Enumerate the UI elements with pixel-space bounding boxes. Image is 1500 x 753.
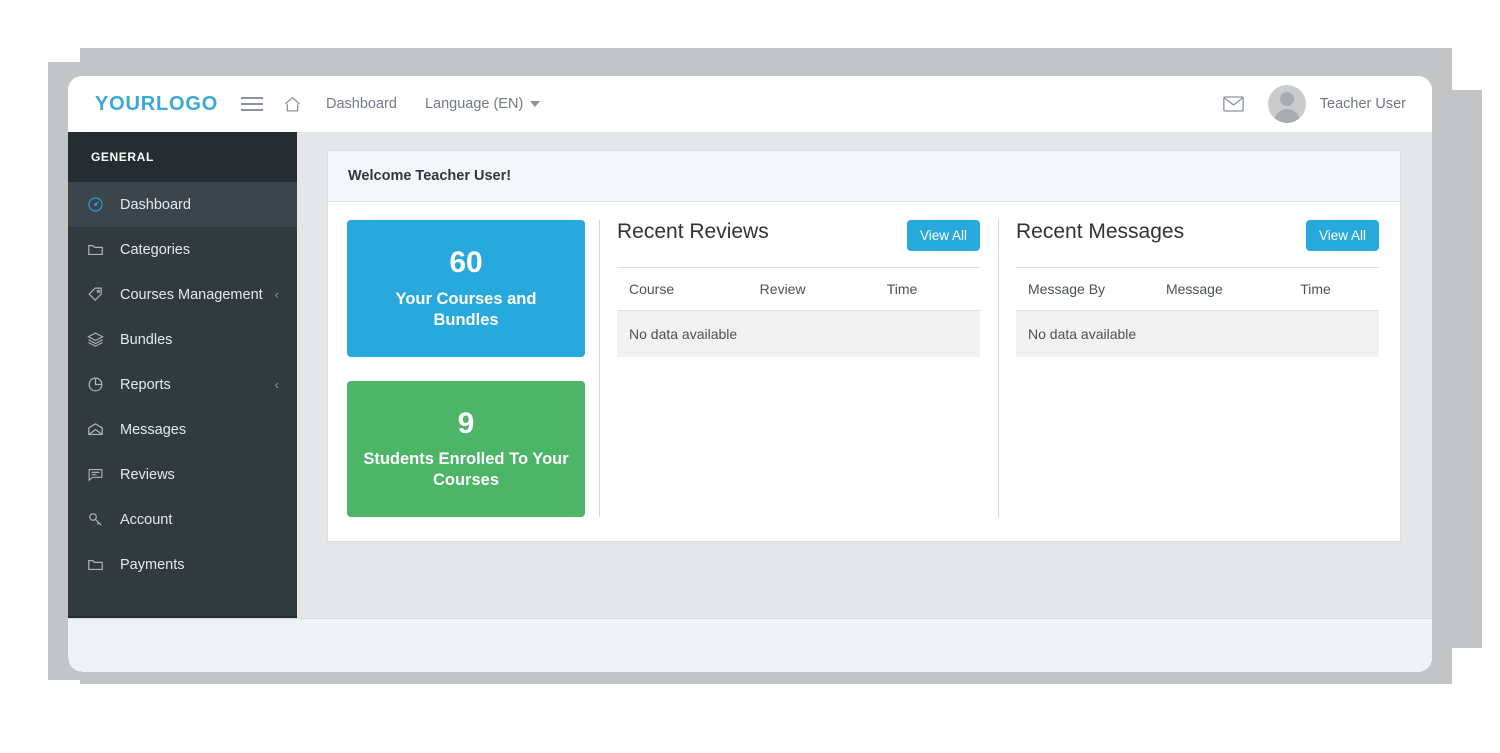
sidebar-item-reports[interactable]: Reports ‹ — [68, 362, 297, 407]
column-header: Time — [874, 267, 980, 311]
user-name[interactable]: Teacher User — [1320, 96, 1416, 112]
recent-messages-title: Recent Messages — [1016, 220, 1185, 243]
submenu-arrow: ‹ — [274, 287, 279, 302]
sidebar-item-courses-management[interactable]: Courses Management ‹ — [68, 272, 297, 317]
stat-label: Your Courses and Bundles — [395, 289, 537, 329]
window-shadow-step — [1452, 90, 1482, 648]
recent-reviews-header: Recent Reviews View All — [617, 220, 980, 267]
nav-link-dashboard[interactable]: Dashboard — [312, 96, 411, 112]
sidebar-item-label: Account — [120, 511, 173, 528]
recent-reviews-table: Course Review Time No data available — [617, 267, 980, 357]
table-row: No data available — [617, 310, 980, 357]
table-header-row: Message By Message Time — [1016, 267, 1379, 311]
column-header: Course — [617, 267, 748, 311]
top-navbar: YOURLOGO Dashboard Language (EN) Teacher… — [68, 76, 1432, 132]
main-content: Welcome Teacher User! 60 Your Courses an… — [297, 132, 1432, 672]
sidebar-item-reviews[interactable]: Reviews — [68, 452, 297, 497]
envelope-icon[interactable] — [1214, 84, 1254, 124]
stats-column: 60 Your Courses and Bundles 9 Students E… — [347, 220, 599, 518]
dashboard-panel: Welcome Teacher User! 60 Your Courses an… — [327, 150, 1401, 543]
language-dropdown[interactable]: Language (EN) — [411, 96, 554, 112]
table-row: No data available — [1016, 310, 1379, 357]
sidebar-menu: Dashboard Categories Courses Management … — [68, 182, 297, 616]
recent-messages-header: Recent Messages View All — [1016, 220, 1379, 267]
folder-icon — [87, 241, 111, 258]
tag-icon — [87, 286, 111, 303]
home-icon[interactable] — [272, 84, 312, 124]
comment-icon — [87, 466, 111, 483]
column-header: Message By — [1016, 267, 1154, 311]
hamburger-icon[interactable] — [232, 84, 272, 124]
empty-state-text: No data available — [1016, 310, 1379, 357]
sidebar-item-label: Payments — [120, 556, 185, 573]
recent-messages-column: Recent Messages View All Message By Mess… — [998, 220, 1381, 518]
hamburger-glyph — [241, 97, 263, 111]
speedometer-icon — [87, 196, 111, 213]
window-footer-strip — [68, 618, 1432, 672]
navbar-right-group: Teacher User — [1214, 84, 1416, 124]
recent-reviews-title: Recent Reviews — [617, 220, 769, 243]
empty-state-text: No data available — [617, 310, 980, 357]
recent-messages-table: Message By Message Time No data availabl… — [1016, 267, 1379, 357]
submenu-arrow: ‹ — [274, 377, 279, 392]
sidebar-item-bundles[interactable]: Bundles — [68, 317, 297, 362]
sidebar-item-account[interactable]: Account — [68, 497, 297, 542]
sidebar-item-label: Reports — [120, 376, 171, 393]
sidebar-item-categories[interactable]: Categories — [68, 227, 297, 272]
sidebar: GENERAL Dashboard Categories Courses Man… — [68, 132, 297, 672]
avatar[interactable] — [1267, 85, 1306, 123]
welcome-message: Welcome Teacher User! — [328, 151, 1400, 202]
stat-label: Students Enrolled To Your Courses — [363, 450, 569, 490]
open-envelope-icon — [87, 421, 111, 438]
chevron-down-icon — [530, 101, 541, 107]
column-header: Review — [747, 267, 875, 311]
stat-value: 9 — [457, 406, 475, 440]
stat-value: 60 — [449, 246, 483, 279]
language-label: Language (EN) — [424, 96, 524, 112]
pie-chart-icon — [87, 376, 111, 393]
column-header: Time — [1288, 267, 1379, 311]
wallet-icon — [87, 556, 111, 573]
sidebar-item-label: Messages — [120, 421, 187, 438]
sidebar-item-label: Bundles — [120, 331, 173, 348]
sidebar-item-messages[interactable]: Messages — [68, 407, 297, 452]
reviews-view-all-button[interactable]: View All — [906, 220, 980, 251]
stat-card-students[interactable]: 9 Students Enrolled To Your Courses — [347, 380, 585, 518]
window-body: GENERAL Dashboard Categories Courses Man… — [68, 132, 1432, 672]
panel-body: 60 Your Courses and Bundles 9 Students E… — [328, 202, 1400, 541]
sidebar-item-label: Categories — [120, 241, 191, 258]
messages-view-all-button[interactable]: View All — [1305, 220, 1379, 251]
column-header: Message — [1153, 267, 1289, 311]
recent-reviews-column: Recent Reviews View All Course Review Ti… — [599, 220, 998, 518]
table-header-row: Course Review Time — [617, 267, 980, 311]
sidebar-item-label: Courses Management — [120, 286, 263, 303]
layers-icon — [87, 331, 111, 348]
app-window: YOURLOGO Dashboard Language (EN) Teacher… — [68, 76, 1432, 672]
sidebar-item-payments[interactable]: Payments — [68, 542, 297, 587]
sidebar-heading: GENERAL — [68, 132, 297, 182]
brand-logo[interactable]: YOURLOGO — [68, 93, 232, 116]
sidebar-item-label: Reviews — [120, 466, 175, 483]
sidebar-item-dashboard[interactable]: Dashboard — [68, 182, 297, 227]
stat-card-courses[interactable]: 60 Your Courses and Bundles — [347, 220, 585, 357]
sidebar-item-label: Dashboard — [120, 196, 191, 213]
key-icon — [87, 511, 111, 528]
